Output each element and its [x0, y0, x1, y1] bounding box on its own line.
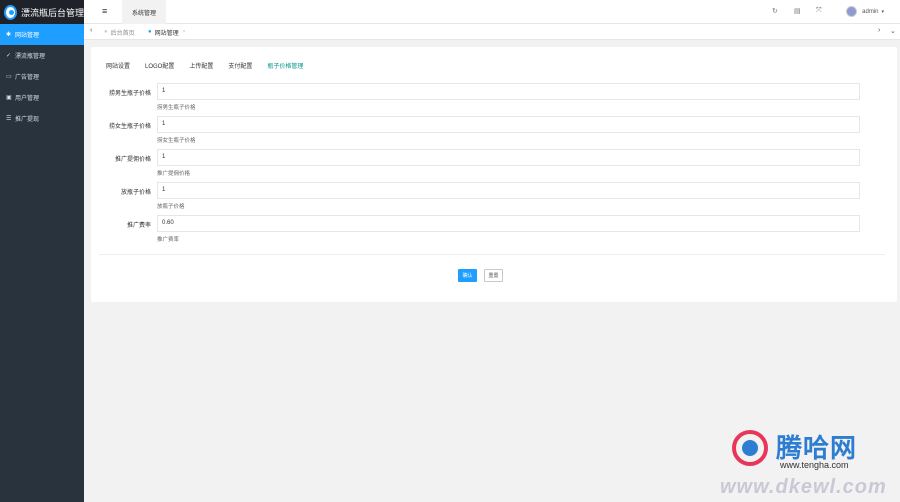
chevron-down-icon: ▾: [881, 8, 884, 15]
user-icon: ▣: [6, 95, 12, 101]
bottle-icon: ✓: [6, 53, 12, 59]
tab-payment-config[interactable]: 支付配置: [228, 61, 252, 74]
put-bottle-price-input[interactable]: 1: [157, 182, 860, 199]
tabs-menu-icon[interactable]: ⌄: [890, 27, 896, 35]
menu-toggle-icon[interactable]: ≡: [102, 6, 107, 16]
top-tab-system[interactable]: 系统管理: [122, 0, 167, 24]
page-tabs-bar: ‹ ● 后台首页 ● 网站管理 × › ⌄: [84, 24, 900, 40]
note-icon[interactable]: ▤: [794, 7, 801, 15]
field-hint: 放瓶子价格: [157, 204, 185, 210]
sidebar-item-label: 漂流瓶管理: [15, 54, 46, 60]
tabs-prev-icon[interactable]: ‹: [90, 27, 92, 34]
user-menu[interactable]: admin ▾: [846, 6, 884, 17]
tab-current[interactable]: ● 网站管理 ×: [148, 24, 186, 40]
top-header: ≡ 系统管理 ↻ ▤ ⤧ admin ▾: [84, 0, 900, 24]
avatar: [846, 6, 858, 17]
sidebar-item-label: 网站管理: [15, 33, 40, 39]
field-hint: 捞女生瓶子价格: [157, 138, 196, 144]
close-icon[interactable]: ×: [183, 29, 186, 35]
confirm-button[interactable]: 确认: [458, 269, 477, 282]
reset-button[interactable]: 重置: [484, 269, 503, 282]
fullscreen-icon[interactable]: ⤧: [816, 7, 822, 15]
sidebar-item-site[interactable]: ✱ 网站管理: [0, 24, 84, 45]
watermark: 腾哈网 www.tengha.com www.dkewl.com: [718, 428, 898, 500]
field-label: 捞女生瓶子价格: [108, 124, 151, 130]
sidebar-item-label: 用户管理: [15, 96, 40, 102]
watermark-logo-icon: [732, 430, 768, 466]
logo-icon: [4, 4, 17, 20]
settings-tabs: 网站设置 LOGO配置 上传配置 支付配置 瓶子价格管理: [106, 61, 318, 74]
tab-current-label: 网站管理: [154, 30, 179, 37]
sidebar-item-label: 广告管理: [15, 75, 40, 81]
settings-card: 网站设置 LOGO配置 上传配置 支付配置 瓶子价格管理 捞男生瓶子价格 1 捞…: [91, 47, 897, 302]
username: admin: [862, 8, 879, 15]
field-hint: 捞男生瓶子价格: [157, 105, 196, 111]
field-hint: 推广提佣价格: [157, 171, 191, 177]
tab-home-label: 后台首页: [110, 30, 135, 37]
tab-logo-config[interactable]: LOGO配置: [145, 61, 174, 74]
male-bottle-price-input[interactable]: 1: [157, 83, 860, 100]
app-logo: 漂流瓶后台管理: [0, 0, 84, 24]
sidebar-item-users[interactable]: ▣ 用户管理: [0, 87, 84, 108]
sidebar-item-ads[interactable]: ▭ 广告管理: [0, 66, 84, 87]
tab-bottle-price[interactable]: 瓶子价格管理: [267, 61, 303, 74]
list-icon: ☰: [6, 116, 12, 122]
field-label: 放瓶子价格: [120, 190, 151, 196]
field-hint: 推广费率: [157, 237, 180, 243]
field-label: 推广提佣价格: [114, 157, 151, 163]
sidebar-item-label: 推广提现: [15, 117, 40, 123]
sidebar: 漂流瓶后台管理 ✱ 网站管理 ✓ 漂流瓶管理 ▭ 广告管理 ▣ 用户管理 ☰ 推…: [0, 0, 84, 502]
ad-icon: ▭: [6, 74, 12, 80]
refresh-icon[interactable]: ↻: [772, 7, 778, 15]
form-divider: [99, 254, 885, 255]
tab-dot-icon: ●: [148, 29, 152, 35]
field-label: 推广费率: [126, 223, 151, 229]
watermark-url-large: www.dkewl.com: [720, 476, 887, 498]
tab-site-settings[interactable]: 网站设置: [106, 61, 130, 74]
tab-home[interactable]: ● 后台首页: [104, 24, 135, 40]
tabs-next-icon[interactable]: ›: [878, 27, 880, 34]
gear-icon: ✱: [6, 32, 12, 38]
sidebar-item-bottle[interactable]: ✓ 漂流瓶管理: [0, 45, 84, 66]
app-title: 漂流瓶后台管理: [20, 7, 84, 18]
watermark-url: www.tengha.com: [780, 460, 849, 470]
tab-upload-config[interactable]: 上传配置: [189, 61, 213, 74]
promo-commission-price-input[interactable]: 1: [157, 149, 860, 166]
promo-rate-input[interactable]: 0.60: [157, 215, 860, 232]
sidebar-item-withdraw[interactable]: ☰ 推广提现: [0, 108, 84, 129]
field-label: 捞男生瓶子价格: [108, 91, 151, 97]
tab-dot-icon: ●: [104, 29, 108, 35]
female-bottle-price-input[interactable]: 1: [157, 116, 860, 133]
